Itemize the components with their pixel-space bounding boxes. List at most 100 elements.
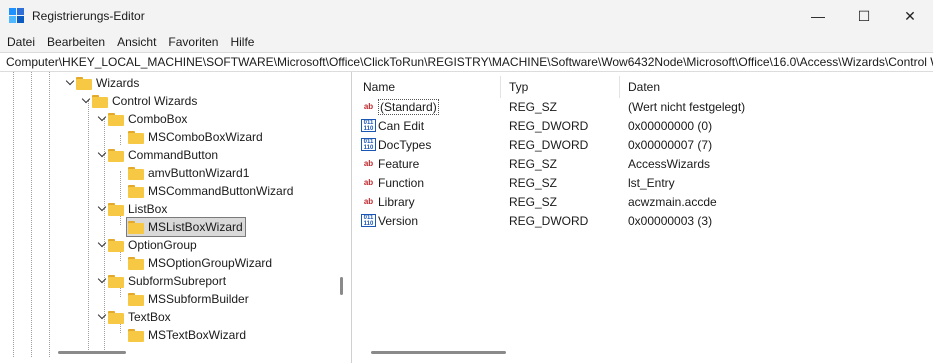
tree-node-label: MSSubformBuilder — [148, 292, 249, 306]
folder-open-icon — [128, 220, 144, 234]
value-type: REG_DWORD — [509, 137, 589, 152]
tree-node-label: TextBox — [128, 310, 171, 324]
value-name: Version — [378, 213, 419, 228]
tree-node-label: MSOptionGroupWizard — [148, 256, 273, 270]
folder-icon — [128, 256, 144, 270]
value-row[interactable]: 011 110 Can Edit REG_DWORD 0x00000000 (0) — [355, 116, 933, 135]
tree-node-label: Control Wizards — [112, 94, 198, 108]
folder-icon — [76, 76, 92, 90]
folder-icon — [108, 310, 124, 324]
maximize-button[interactable]: ☐ — [841, 0, 887, 32]
tree-node-label: MSCommandButtonWizard — [148, 184, 294, 198]
tree-node-mslistboxwizard[interactable]: MSListBoxWizard — [126, 217, 246, 237]
column-header-type[interactable]: Typ — [501, 76, 620, 98]
value-name: Library — [378, 194, 415, 209]
tree-node-label: MSComboBoxWizard — [148, 130, 263, 144]
tree-horizontal-scrollbar[interactable] — [58, 351, 126, 354]
chevron-down-icon[interactable] — [96, 239, 108, 251]
chevron-down-icon[interactable] — [96, 311, 108, 323]
chevron-down-icon[interactable] — [64, 77, 76, 89]
menu-edit[interactable]: Bearbeiten — [41, 33, 111, 51]
chevron-down-icon[interactable] — [96, 149, 108, 161]
value-row[interactable]: ab Library REG_SZ acwzmain.accde — [355, 192, 933, 211]
value-type: REG_DWORD — [509, 118, 589, 133]
value-name: Feature — [378, 156, 420, 171]
folder-icon — [128, 166, 144, 180]
value-data: 0x00000003 (3) — [628, 213, 713, 228]
chevron-down-icon[interactable] — [96, 113, 108, 125]
window-title: Registrierungs-Editor — [32, 9, 145, 23]
tree-node-label: amvButtonWizard1 — [148, 166, 250, 180]
close-icon: ✕ — [904, 7, 916, 24]
tree-node-control-wizards[interactable]: Control Wizards — [80, 92, 197, 110]
list-horizontal-scrollbar[interactable] — [371, 351, 506, 354]
chevron-down-icon[interactable] — [96, 203, 108, 215]
tree-node-listbox[interactable]: ListBox — [96, 200, 167, 218]
value-name: Function — [378, 175, 425, 190]
tree-node-textbox[interactable]: TextBox — [96, 308, 171, 326]
string-value-icon: ab — [363, 102, 374, 111]
value-row[interactable]: 011 110 Version REG_DWORD 0x00000003 (3) — [355, 211, 933, 230]
tree-node-mscommandbuttonwizard[interactable]: MSCommandButtonWizard — [128, 182, 293, 200]
tree-node-wizards[interactable]: Wizards — [64, 74, 139, 92]
folder-icon — [108, 148, 124, 162]
tree-node-label: Wizards — [96, 76, 140, 90]
tree-node-mscomboboxwizard[interactable]: MSComboBoxWizard — [128, 128, 263, 146]
value-row[interactable]: ab Function REG_SZ lst_Entry — [355, 173, 933, 192]
tree-guide-line — [31, 72, 32, 357]
tree-node-mstextboxwizard[interactable]: MSTextBoxWizard — [128, 326, 246, 344]
folder-icon — [128, 184, 144, 198]
chevron-down-icon[interactable] — [80, 95, 92, 107]
tree-node-label: SubformSubreport — [128, 274, 227, 288]
folder-icon — [128, 328, 144, 342]
menu-file[interactable]: Datei — [0, 33, 41, 51]
tree-guide-line — [13, 72, 14, 357]
value-row[interactable]: ab Feature REG_SZ AccessWizards — [355, 154, 933, 173]
chevron-down-icon[interactable] — [96, 275, 108, 287]
value-data: AccessWizards — [628, 156, 711, 171]
column-header-data[interactable]: Daten — [620, 76, 933, 98]
tree-guide-line — [120, 171, 121, 199]
string-value-icon: ab — [363, 159, 374, 168]
menu-bar: Datei Bearbeiten Ansicht Favoriten Hilfe — [0, 32, 933, 52]
close-button[interactable]: ✕ — [887, 0, 933, 32]
address-bar[interactable]: Computer\HKEY_LOCAL_MACHINE\SOFTWARE\Mic… — [0, 52, 933, 72]
string-value-icon: ab — [363, 178, 374, 187]
tree-node-combobox[interactable]: ComboBox — [96, 110, 187, 128]
value-row[interactable]: 011 110 DocTypes REG_DWORD 0x00000007 (7) — [355, 135, 933, 154]
key-tree[interactable]: Wizards Control Wizards ComboBox MSCombo… — [0, 72, 352, 363]
tree-node-msoptiongroupwizard[interactable]: MSOptionGroupWizard — [128, 254, 272, 272]
value-type: REG_SZ — [509, 194, 558, 209]
folder-icon — [128, 292, 144, 306]
tree-guide-line — [49, 72, 50, 357]
tree-node-label: OptionGroup — [128, 238, 197, 252]
folder-icon — [108, 238, 124, 252]
value-data: 0x00000007 (7) — [628, 137, 713, 152]
title-bar: Registrierungs-Editor — ☐ ✕ — [0, 0, 933, 32]
tree-node-optiongroup[interactable]: OptionGroup — [96, 236, 197, 254]
dword-value-icon: 011 110 — [361, 138, 376, 151]
menu-help[interactable]: Hilfe — [224, 33, 260, 51]
folder-icon — [128, 130, 144, 144]
tree-guide-line — [120, 135, 121, 145]
column-header-name[interactable]: Name — [355, 76, 501, 98]
tree-node-amvbuttonwizard1[interactable]: amvButtonWizard1 — [128, 164, 249, 182]
minimize-button[interactable]: — — [795, 0, 841, 32]
tree-vertical-scrollbar[interactable] — [340, 277, 343, 295]
menu-view[interactable]: Ansicht — [111, 33, 162, 51]
value-name: (Standard) — [378, 98, 439, 115]
value-type: REG_SZ — [509, 156, 558, 171]
values-list[interactable]: Name Typ Daten ab (Standard) REG_SZ (Wer… — [355, 72, 933, 363]
tree-node-mssubformbuilder[interactable]: MSSubformBuilder — [128, 290, 249, 308]
menu-favorites[interactable]: Favoriten — [162, 33, 224, 51]
value-row[interactable]: ab (Standard) REG_SZ (Wert nicht festgel… — [355, 97, 933, 116]
registry-editor-icon — [9, 8, 25, 24]
folder-icon — [92, 94, 108, 108]
tree-node-subformsubreport[interactable]: SubformSubreport — [96, 272, 226, 290]
list-header: Name Typ Daten — [355, 76, 933, 98]
tree-node-commandbutton[interactable]: CommandButton — [96, 146, 218, 164]
value-name: Can Edit — [378, 118, 425, 133]
maximize-icon: ☐ — [857, 7, 871, 24]
tree-node-label: MSTextBoxWizard — [148, 328, 247, 342]
value-data: (Wert nicht festgelegt) — [628, 99, 746, 114]
